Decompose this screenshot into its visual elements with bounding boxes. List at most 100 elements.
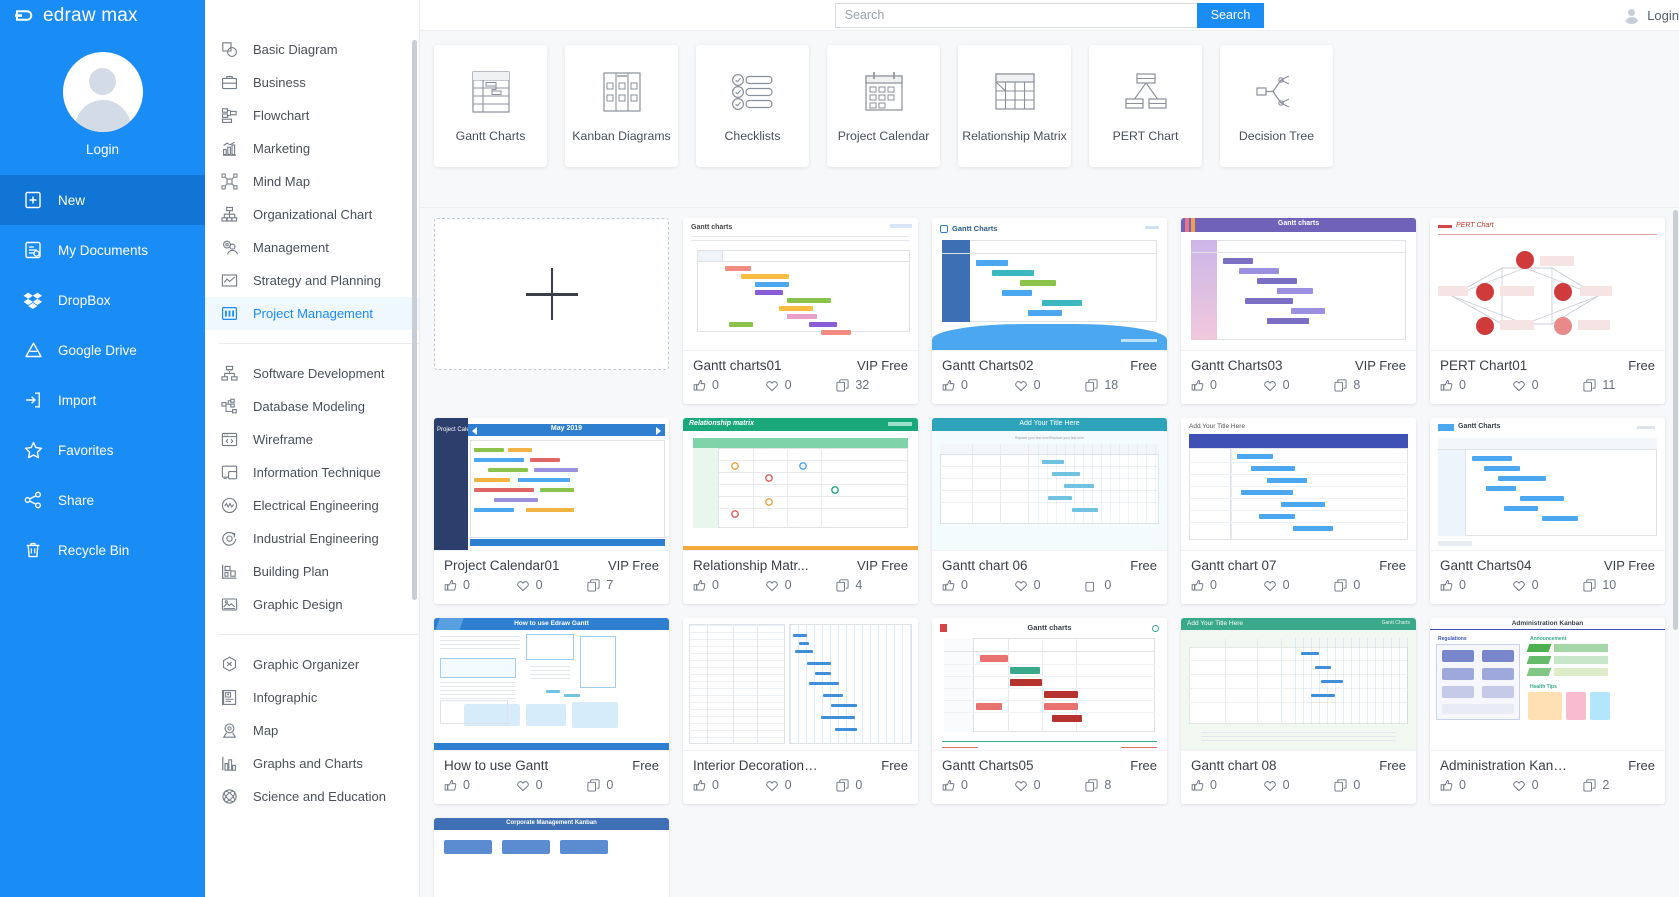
stat-downloads[interactable]: 18 [1085, 378, 1157, 392]
stat-downloads[interactable]: 0 [836, 778, 908, 792]
stat-likes[interactable]: 0 [693, 378, 765, 392]
stat-likes[interactable]: 0 [942, 378, 1014, 392]
stat-downloads[interactable]: 0 [587, 778, 659, 792]
sidebar-item-new[interactable]: New [0, 175, 205, 225]
stat-likes[interactable]: 0 [1191, 378, 1263, 392]
gallery-scrollbar[interactable] [1673, 210, 1678, 630]
stat-favorites[interactable]: 0 [1512, 578, 1584, 592]
template-card[interactable]: Add Your Title Here Replace your text he… [932, 418, 1167, 604]
stat-likes[interactable]: 0 [1440, 578, 1512, 592]
stat-favorites[interactable]: 0 [1014, 778, 1086, 792]
template-card[interactable]: Project Calendar May 2019 Project Calend… [434, 418, 669, 604]
sidebar-item-favorites[interactable]: Favorites [0, 425, 205, 475]
stat-downloads[interactable]: 32 [836, 378, 908, 392]
stat-likes[interactable]: 0 [1440, 778, 1512, 792]
stat-downloads[interactable]: 0 [1085, 578, 1157, 592]
template-card[interactable]: Relationship matrix Relationship Matr...… [683, 418, 918, 604]
chip-decision-tree[interactable]: Decision Tree [1220, 45, 1333, 167]
category-item-wireframe[interactable]: Wireframe [205, 423, 419, 456]
category-item-business[interactable]: Business [205, 66, 419, 99]
stat-favorites[interactable]: 0 [1263, 778, 1335, 792]
search-button[interactable]: Search [1196, 2, 1265, 28]
account-login-label[interactable]: Login [1647, 8, 1679, 23]
template-card[interactable]: Add Your Title Here Gantt Charts Gantt c… [1181, 618, 1416, 804]
stat-favorites[interactable]: 0 [516, 778, 588, 792]
stat-downloads[interactable]: 0 [1334, 778, 1406, 792]
stat-downloads[interactable]: 4 [836, 578, 908, 592]
sidebar-item-import[interactable]: Import [0, 375, 205, 425]
stat-downloads[interactable]: 2 [1583, 778, 1655, 792]
template-card[interactable]: Add Your Title Here Gantt chart 07 Free … [1181, 418, 1416, 604]
stat-favorites[interactable]: 0 [1014, 578, 1086, 592]
stat-likes[interactable]: 0 [1191, 578, 1263, 592]
stat-likes[interactable]: 0 [1440, 378, 1512, 392]
stat-favorites[interactable]: 0 [765, 578, 837, 592]
sidebar-login-label[interactable]: Login [86, 142, 119, 157]
template-card[interactable]: Administration Kanban Regulations Announ… [1430, 618, 1665, 804]
sidebar-item-dropbox[interactable]: DropBox [0, 275, 205, 325]
stat-downloads[interactable]: 8 [1085, 778, 1157, 792]
sidebar-item-my-documents[interactable]: My Documents [0, 225, 205, 275]
category-item-project-management[interactable]: Project Management [205, 297, 419, 330]
category-item-strategy-and-planning[interactable]: Strategy and Planning [205, 264, 419, 297]
category-item-organizational-chart[interactable]: Organizational Chart [205, 198, 419, 231]
category-item-industrial-engineering[interactable]: Industrial Engineering [205, 522, 419, 555]
chip-checklists[interactable]: Checklists [696, 45, 809, 167]
category-item-database-modeling[interactable]: Database Modeling [205, 390, 419, 423]
template-card[interactable]: PERT Chart PERT Chart01 Free 0 0 11 [1430, 218, 1665, 404]
category-item-graphs-and-charts[interactable]: Graphs and Charts [205, 747, 419, 780]
sidebar-item-google-drive[interactable]: Google Drive [0, 325, 205, 375]
category-item-infographic[interactable]: Infographic [205, 681, 419, 714]
template-card[interactable]: Gantt Charts [932, 218, 1167, 404]
template-card[interactable]: Gantt charts Gantt Charts03 VIP Free 0 0… [1181, 218, 1416, 404]
category-item-building-plan[interactable]: Building Plan [205, 555, 419, 588]
template-card[interactable]: Gantt charts [932, 618, 1167, 804]
stat-likes[interactable]: 0 [693, 578, 765, 592]
stat-favorites[interactable]: 0 [1014, 378, 1086, 392]
template-card[interactable]: Gantt charts [683, 218, 918, 404]
category-item-flowchart[interactable]: Flowchart [205, 99, 419, 132]
category-item-graphic-organizer[interactable]: Graphic Organizer [205, 648, 419, 681]
stat-favorites[interactable]: 0 [516, 578, 588, 592]
stat-favorites[interactable]: 0 [1512, 778, 1584, 792]
category-item-basic-diagram[interactable]: Basic Diagram [205, 33, 419, 66]
stat-downloads[interactable]: 10 [1583, 578, 1655, 592]
category-item-mind-map[interactable]: Mind Map [205, 165, 419, 198]
category-scrollbar[interactable] [412, 40, 417, 600]
stat-downloads[interactable]: 8 [1334, 378, 1406, 392]
new-blank-document-card[interactable] [434, 218, 669, 370]
chip-pert-chart[interactable]: PERT Chart [1089, 45, 1202, 167]
stat-likes[interactable]: 0 [444, 778, 516, 792]
sidebar-item-share[interactable]: Share [0, 475, 205, 525]
stat-likes[interactable]: 0 [1191, 778, 1263, 792]
stat-favorites[interactable]: 0 [1263, 378, 1335, 392]
category-item-graphic-design[interactable]: Graphic Design [205, 588, 419, 621]
category-item-software-development[interactable]: Software Development [205, 357, 419, 390]
category-item-science-and-education[interactable]: Science and Education [205, 780, 419, 813]
template-card-partial[interactable]: Corporate Management Kanban [434, 818, 669, 897]
search-input[interactable] [834, 2, 1197, 28]
stat-likes[interactable]: 0 [942, 778, 1014, 792]
stat-favorites[interactable]: 0 [765, 778, 837, 792]
stat-favorites[interactable]: 0 [1512, 378, 1584, 392]
category-item-management[interactable]: Management [205, 231, 419, 264]
stat-likes[interactable]: 0 [942, 578, 1014, 592]
chip-relationship-matrix[interactable]: Relationship Matrix [958, 45, 1071, 167]
stat-favorites[interactable]: 0 [1263, 578, 1335, 592]
template-card[interactable]: Interior Decoration G... Free 0 0 0 [683, 618, 918, 804]
account-area[interactable]: Login [1623, 0, 1679, 31]
category-item-map[interactable]: Map [205, 714, 419, 747]
category-item-information-technique[interactable]: Information Technique [205, 456, 419, 489]
stat-likes[interactable]: 0 [693, 778, 765, 792]
chip-project-calendar[interactable]: Project Calendar [827, 45, 940, 167]
stat-likes[interactable]: 0 [444, 578, 516, 592]
category-item-electrical-engineering[interactable]: Electrical Engineering [205, 489, 419, 522]
avatar[interactable] [62, 52, 143, 132]
stat-downloads[interactable]: 0 [1334, 578, 1406, 592]
template-card[interactable]: Gantt Charts [1430, 418, 1665, 604]
chip-gantt-charts[interactable]: Gantt Charts [434, 45, 547, 167]
category-item-marketing[interactable]: Marketing [205, 132, 419, 165]
sidebar-item-recycle-bin[interactable]: Recycle Bin [0, 525, 205, 575]
chip-kanban-diagrams[interactable]: Kanban Diagrams [565, 45, 678, 167]
template-card[interactable]: How to use Edraw Gantt How to use Gantt … [434, 618, 669, 804]
